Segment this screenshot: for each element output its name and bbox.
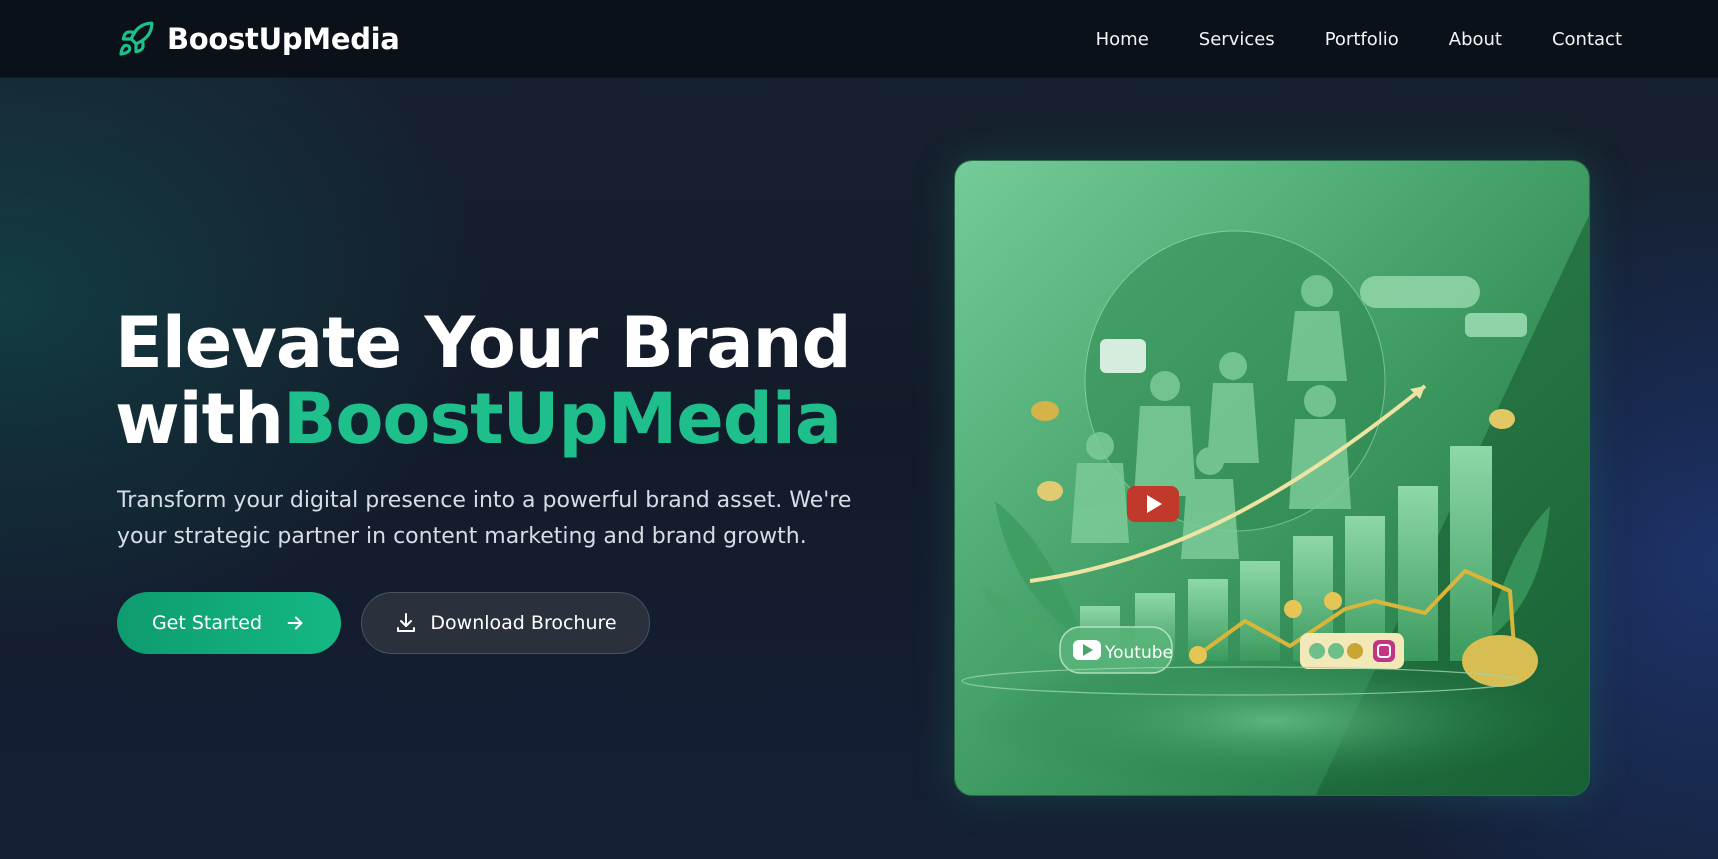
nav-link-contact[interactable]: Contact <box>1552 29 1622 50</box>
nav-link-services[interactable]: Services <box>1199 29 1275 50</box>
nav-link-home[interactable]: Home <box>1096 29 1149 50</box>
brand-name: BoostUpMedia <box>167 22 400 56</box>
get-started-button[interactable]: Get Started <box>117 592 341 654</box>
rocket-icon <box>117 20 155 58</box>
hero-title: Elevate Your Brand withBoostUpMedia <box>115 302 852 460</box>
hero-subtitle: Transform your digital presence into a p… <box>117 488 852 549</box>
arrow-right-icon <box>284 612 306 634</box>
hero-title-with: with <box>115 378 284 460</box>
download-brochure-button[interactable]: Download Brochure <box>361 592 650 654</box>
main-nav: Home Services Portfolio About Contact <box>1046 0 1622 78</box>
download-icon <box>394 611 418 635</box>
hero-illustration: Youtube <box>954 160 1590 796</box>
youtube-label: Youtube <box>1104 643 1173 663</box>
navbar: BoostUpMedia Home Services Portfolio Abo… <box>0 0 1718 78</box>
hero-title-brand: BoostUpMedia <box>282 378 842 460</box>
download-brochure-label: Download Brochure <box>430 612 617 634</box>
brand-logo[interactable]: BoostUpMedia <box>117 18 400 60</box>
nav-link-about[interactable]: About <box>1449 29 1502 50</box>
get-started-label: Get Started <box>151 612 263 634</box>
nav-link-portfolio[interactable]: Portfolio <box>1325 29 1399 50</box>
hero-title-line1: Elevate Your Brand <box>115 302 852 384</box>
